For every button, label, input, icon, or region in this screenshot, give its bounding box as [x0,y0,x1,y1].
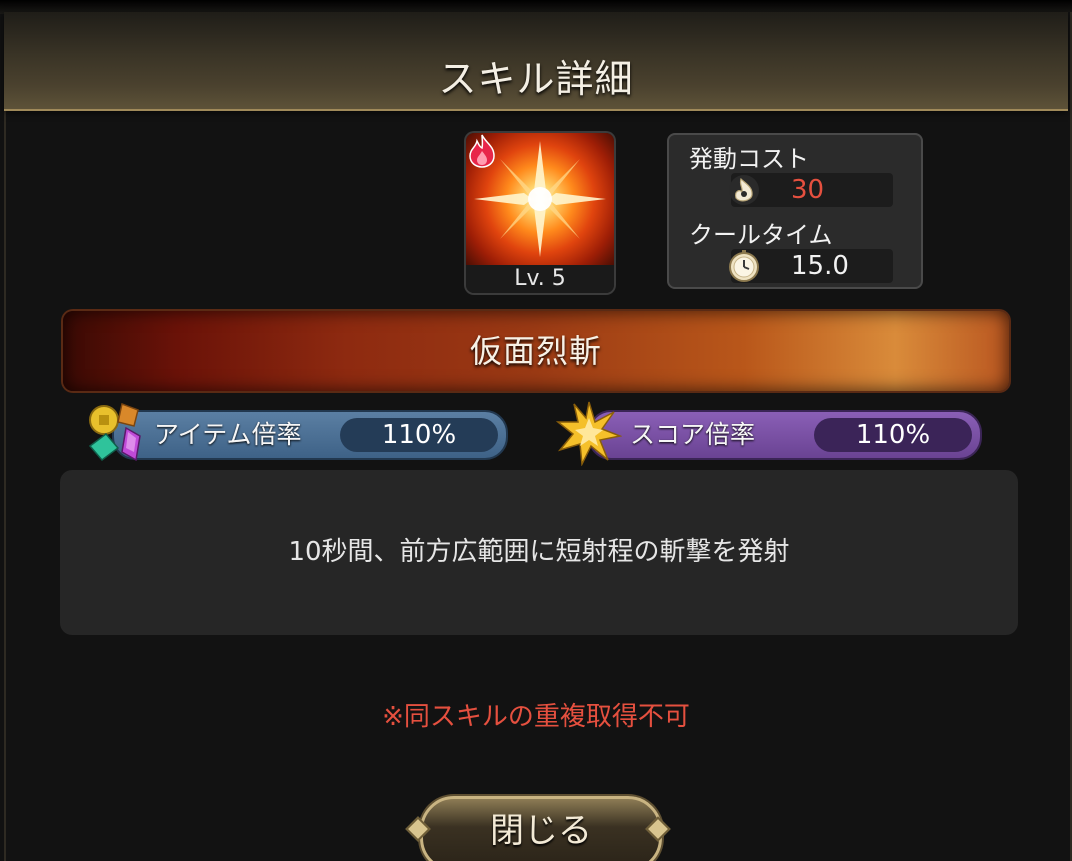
skill-stats-box: 発動コスト 30 クールタイム 15.0 [667,133,923,289]
item-multiplier-label: アイテム倍率 [154,420,302,449]
close-button[interactable]: 閉じる [420,796,662,861]
stopwatch-icon [729,250,759,282]
cost-value: 30 [791,175,825,205]
star-burst-icon [556,401,622,466]
close-button-label: 閉じる [490,811,592,851]
cooldown-title: クールタイム [689,221,833,249]
treasure-gems-icon [88,402,141,462]
skill-description: 10秒間、前方広範囲に短射程の斬撃を発射 [288,537,790,567]
score-multiplier-bar: スコア倍率 110% [588,410,982,460]
skill-art-burst [466,133,614,265]
score-multiplier-label: スコア倍率 [630,420,756,449]
dialog-header: スキル詳細 [4,12,1068,111]
skill-level: Lv. 5 [466,265,614,293]
item-multiplier-value: 110% [340,418,498,452]
skill-detail-screen: スキル詳細 Lv. 5 発動コスト 30 クールタイム 15.0 仮面烈斬 アイ… [0,0,1072,861]
skill-name-banner: 仮面烈斬 [63,311,1009,391]
score-multiplier-value: 110% [814,418,972,452]
skill-description-box: 10秒間、前方広範囲に短射程の斬撃を発射 [60,470,1018,635]
spirit-flame-icon [729,175,759,205]
cost-title: 発動コスト [689,145,809,173]
item-multiplier-bar: アイテム倍率 110% [112,410,508,460]
fire-icon [469,134,495,168]
cost-row: 30 [729,173,893,207]
skill-icon: Lv. 5 [466,133,614,293]
dialog-title: スキル詳細 [438,57,634,101]
cooldown-value: 15.0 [791,251,849,281]
duplicate-warning-note: ※同スキルの重複取得不可 [382,702,690,732]
skill-name: 仮面烈斬 [469,332,602,370]
cooldown-row: 15.0 [729,249,893,283]
